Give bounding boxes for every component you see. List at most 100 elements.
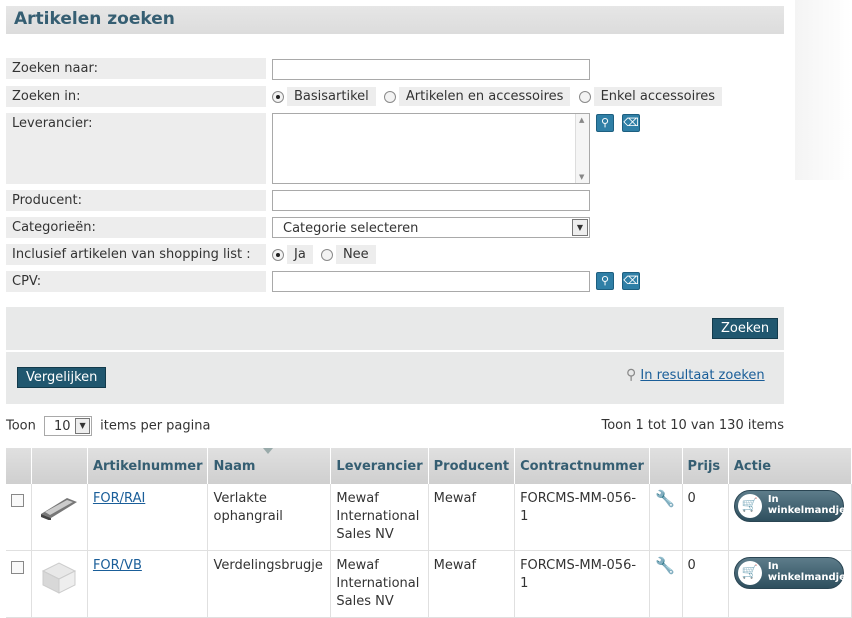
- categories-row: Categorieën: Categorie selecteren ▼: [6, 217, 786, 239]
- search-in-options: Basisartikel Artikelen en accessoires En…: [272, 87, 723, 106]
- per-page-value: 10: [54, 419, 71, 434]
- column-header-producent[interactable]: Producent: [428, 448, 516, 484]
- search-in-results-link[interactable]: In resultaat zoeken: [640, 368, 764, 383]
- row-contract-icon-cell: 🔧: [649, 550, 683, 618]
- add-to-cart-button[interactable]: 🛒 In winkelmandje: [733, 557, 846, 589]
- radio-basisartikel[interactable]: [272, 90, 284, 103]
- radio-artikelen-accessoires[interactable]: [383, 90, 396, 103]
- add-to-cart-label: In winkelmandje: [767, 494, 846, 516]
- column-header-prijs[interactable]: Prijs: [682, 448, 729, 484]
- row-image-cell: [31, 550, 88, 618]
- scroll-down-icon[interactable]: ▼: [579, 173, 584, 181]
- column-header-leverancier[interactable]: Leverancier: [330, 448, 429, 484]
- search-panel: Zoeken: [6, 307, 784, 351]
- search-for-row: Zoeken naar:: [6, 58, 786, 80]
- categories-label: Categorieën:: [6, 217, 266, 238]
- row-contract-icon-cell: 🔧: [649, 484, 683, 551]
- cpv-lookup-button[interactable]: ⚲: [596, 272, 614, 290]
- row-article-number-cell: FOR/VB: [87, 550, 209, 618]
- title-bar: Artikelen zoeken: [6, 6, 784, 34]
- add-to-cart-label: In winkelmandje: [767, 561, 846, 583]
- supplier-textarea[interactable]: ▲ ▼: [272, 113, 590, 184]
- column-header-image: [31, 448, 88, 484]
- categories-selected-value: Categorie selecteren: [283, 221, 419, 236]
- search-for-input[interactable]: [272, 59, 590, 80]
- search-in-results[interactable]: ⚲ In resultaat zoeken: [626, 367, 765, 383]
- radio-ja[interactable]: [272, 248, 284, 261]
- row-producer: Mewaf: [428, 484, 516, 551]
- shopping-list-row: Inclusief artikelen van shopping list : …: [6, 244, 786, 266]
- option-enkel-accessoires: Enkel accessoires: [593, 87, 723, 106]
- naam-header-label: Naam: [213, 458, 256, 474]
- chevron-down-icon[interactable]: ▼: [75, 418, 91, 434]
- row-article-number-cell: FOR/RAI: [87, 484, 209, 551]
- compare-panel: Vergelijken ⚲ In resultaat zoeken: [6, 352, 784, 404]
- row-checkbox[interactable]: [11, 494, 24, 507]
- supplier-clear-button[interactable]: ⌫: [622, 114, 640, 132]
- product-thumbnail-rail: [41, 498, 77, 521]
- radio-enkel-accessoires[interactable]: [578, 90, 591, 103]
- table-header-row: Artikelnummer Naam Leverancier Producent…: [6, 448, 852, 484]
- cpv-input[interactable]: [272, 271, 590, 292]
- column-header-actie: Actie: [728, 448, 852, 484]
- option-artikelen-accessoires: Artikelen en accessoires: [398, 87, 571, 106]
- supplier-row: Leverancier: ▲ ▼ ⚲ ⌫: [6, 113, 786, 185]
- search-in-label: Zoeken in:: [6, 86, 266, 107]
- magnifier-icon: ⚲: [600, 116, 610, 129]
- option-basisartikel: Basisartikel: [287, 87, 376, 106]
- magnifier-icon: ⚲: [626, 367, 637, 383]
- table-row: FOR/RAI Verlakte ophangrail Mewaf Intern…: [6, 484, 852, 551]
- paging-show-label: Toon: [6, 418, 36, 434]
- per-page-select[interactable]: 10 ▼: [44, 416, 93, 436]
- supplier-scrollbar[interactable]: ▲ ▼: [575, 114, 589, 183]
- row-select-cell: [6, 550, 32, 618]
- wrench-icon[interactable]: 🔧: [655, 556, 675, 575]
- row-checkbox[interactable]: [11, 561, 24, 574]
- cpv-clear-button[interactable]: ⌫: [622, 272, 640, 290]
- search-button[interactable]: Zoeken: [712, 318, 779, 339]
- categories-select[interactable]: Categorie selecteren ▼: [272, 217, 590, 238]
- supplier-lookup-button[interactable]: ⚲: [596, 114, 614, 132]
- per-page-suffix: items per pagina: [100, 418, 211, 434]
- supplier-label: Leverancier:: [6, 113, 266, 184]
- radio-nee[interactable]: [320, 248, 333, 261]
- paging-control: Toon 10 ▼ items per pagina: [6, 416, 210, 436]
- add-to-cart-button[interactable]: 🛒 In winkelmandje: [733, 490, 846, 522]
- column-header-artikelnummer[interactable]: Artikelnummer: [87, 448, 209, 484]
- trash-icon: ⌫: [623, 116, 639, 129]
- sort-indicator-icon: [263, 448, 274, 454]
- row-action-cell: 🛒 In winkelmandje: [728, 484, 852, 551]
- magnifier-icon: ⚲: [600, 274, 610, 287]
- row-name: Verlakte ophangrail: [207, 484, 332, 551]
- results-table: Artikelnummer Naam Leverancier Producent…: [6, 448, 852, 618]
- table-row: FOR/VB Verdelingsbrugje Mewaf Internatio…: [6, 550, 852, 618]
- cpv-label: CPV:: [6, 271, 266, 292]
- chevron-down-icon[interactable]: ▼: [572, 219, 588, 236]
- search-for-label: Zoeken naar:: [6, 58, 266, 79]
- option-nee: Nee: [335, 245, 376, 264]
- row-supplier: Mewaf International Sales NV: [330, 550, 429, 618]
- product-thumbnail-bridge: [41, 562, 77, 594]
- scroll-up-icon[interactable]: ▲: [579, 116, 584, 124]
- cart-icon: 🛒: [737, 561, 762, 585]
- row-name: Verdelingsbrugje: [207, 550, 332, 618]
- shopping-list-options: Ja Nee: [272, 245, 376, 264]
- shopping-list-label: Inclusief artikelen van shopping list :: [6, 244, 266, 265]
- row-producer: Mewaf: [428, 550, 516, 618]
- article-number-link[interactable]: FOR/VB: [93, 558, 142, 573]
- trash-icon: ⌫: [623, 274, 639, 287]
- column-header-naam[interactable]: Naam: [207, 448, 332, 484]
- row-action-cell: 🛒 In winkelmandje: [728, 550, 852, 618]
- column-header-contractnummer[interactable]: Contractnummer: [514, 448, 650, 484]
- row-contract: FORCMS-MM-056-1: [514, 550, 650, 618]
- cpv-row: CPV: ⚲ ⌫: [6, 271, 786, 293]
- article-number-link[interactable]: FOR/RAI: [93, 491, 145, 506]
- wrench-icon[interactable]: 🔧: [655, 489, 675, 508]
- cart-icon: 🛒: [737, 494, 762, 518]
- producer-row: Producent:: [6, 190, 786, 212]
- column-header-select: [6, 448, 32, 484]
- compare-button[interactable]: Vergelijken: [17, 367, 107, 388]
- producer-input[interactable]: [272, 190, 590, 211]
- row-image-cell: [31, 484, 88, 551]
- search-in-row: Zoeken in: Basisartikel Artikelen en acc…: [6, 86, 786, 108]
